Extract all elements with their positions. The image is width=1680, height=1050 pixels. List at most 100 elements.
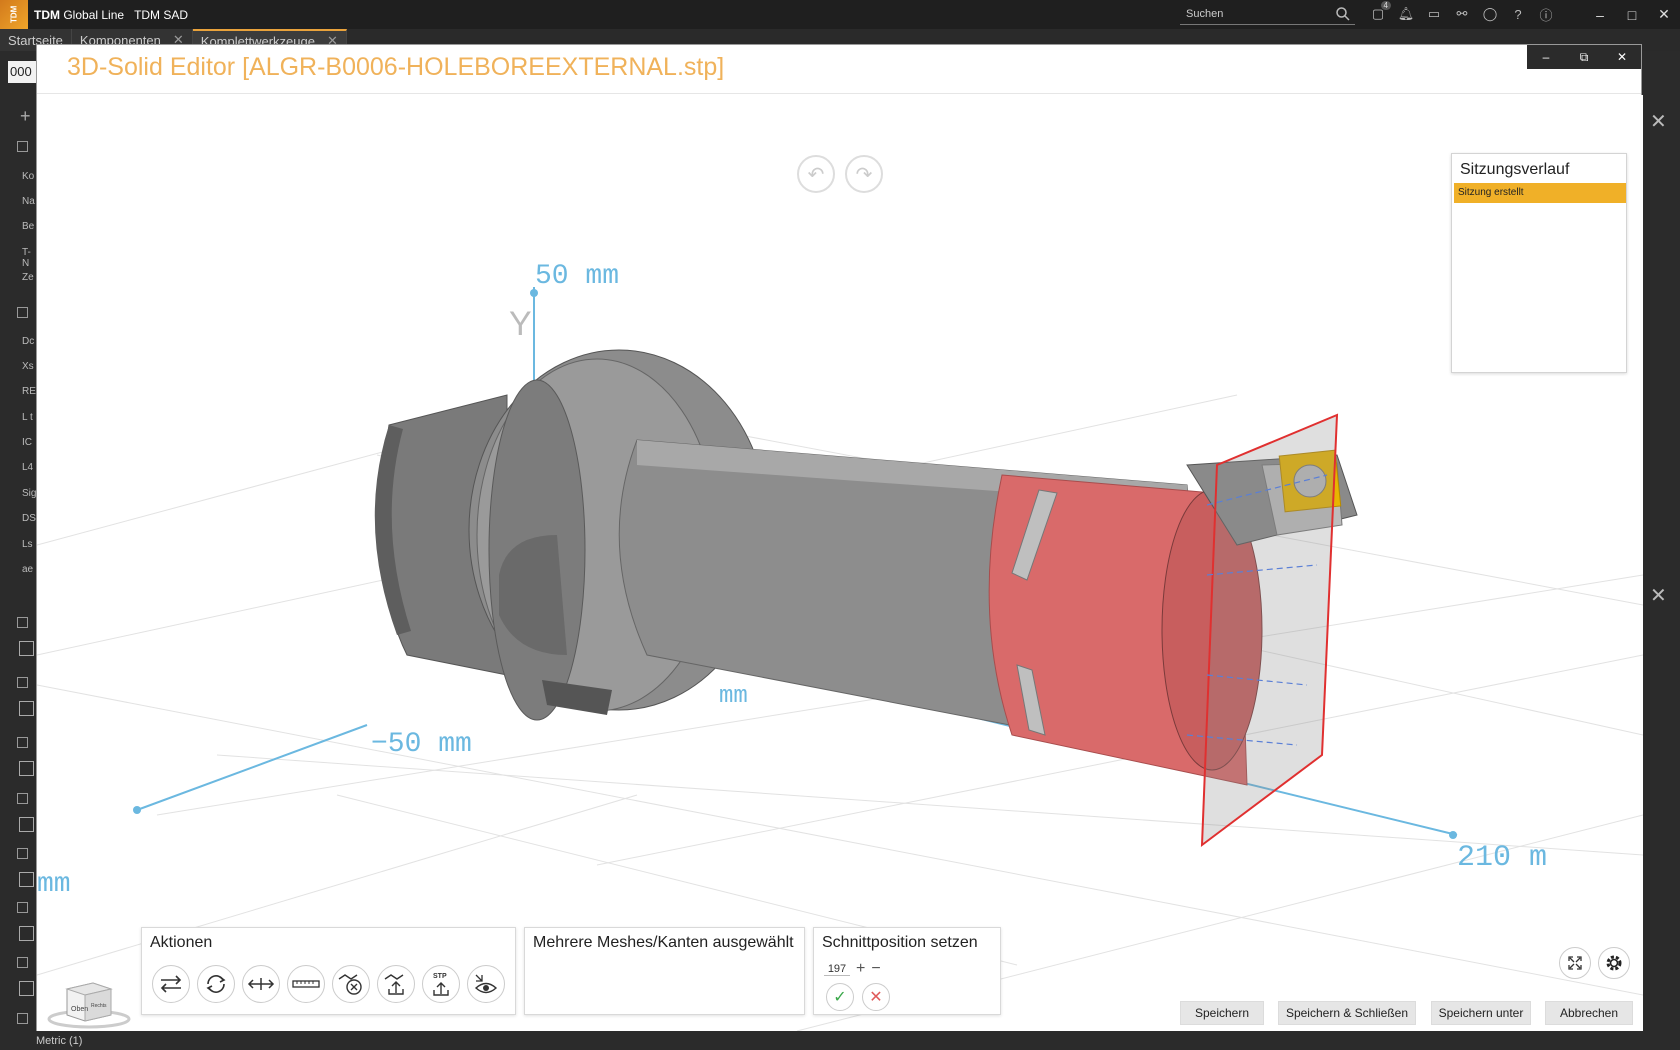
left-item: T-N	[22, 247, 31, 269]
label-210mm: 210 m	[1457, 841, 1547, 875]
app-toolbar: ▢ 4 🔔︎ ▭ ⚯ ◯ ? ⓘ	[1368, 1, 1556, 23]
undo-button[interactable]: ↶	[797, 155, 835, 193]
app-logo: TDM	[0, 0, 28, 29]
app-titlebar: TDM TDM Global Line TDM SAD Suchen ▢ 4 🔔︎…	[0, 0, 1680, 29]
solid-editor-window: 3D-Solid Editor [ALGR-B0006-HOLEBOREEXTE…	[36, 44, 1643, 1031]
gear-icon	[1606, 955, 1622, 971]
checkbox[interactable]	[19, 872, 34, 887]
checkbox[interactable]	[19, 701, 34, 716]
expand-icon	[1568, 956, 1582, 970]
cube-face-label: Rechts	[91, 1003, 107, 1009]
plus-icon[interactable]: +	[856, 960, 865, 978]
left-item: RE	[22, 386, 36, 397]
collapse-icon[interactable]	[17, 848, 28, 859]
label-mm: mm	[719, 683, 748, 710]
action-icons: STP	[152, 965, 505, 1003]
3d-viewport[interactable]: Y 50 mm mm −50 mm 210 m mm ↶ ↷ Sitzungsv…	[37, 95, 1643, 1031]
checkbox[interactable]	[19, 926, 34, 941]
ruler-icon[interactable]	[287, 965, 325, 1003]
undo-icon: ↶	[807, 163, 825, 186]
settings-button[interactable]	[1598, 947, 1630, 979]
rotate-icon[interactable]	[197, 965, 235, 1003]
restore-icon[interactable]: ⧉	[1565, 45, 1603, 69]
section-buttons: ✓ ✕	[826, 983, 890, 1011]
collapse-icon[interactable]	[17, 793, 28, 804]
close-icon: ✕	[869, 989, 883, 1006]
measure-distance-icon[interactable]	[242, 965, 280, 1003]
collapse-icon[interactable]	[17, 677, 28, 688]
tool-model[interactable]	[374, 349, 1358, 848]
left-item: Xs	[22, 361, 34, 372]
fit-view-button[interactable]	[1559, 947, 1591, 979]
checkbox[interactable]	[19, 761, 34, 776]
left-item: Ko	[22, 171, 35, 182]
bell-icon[interactable]: 🔔︎	[1396, 5, 1416, 23]
cube-face-label: Oben	[71, 1006, 88, 1013]
actions-title: Aktionen	[150, 934, 213, 951]
minimize-icon[interactable]: –	[1584, 0, 1616, 29]
close-icon[interactable]: ✕	[1648, 0, 1680, 29]
z-axis	[136, 724, 368, 811]
collapse-icon[interactable]	[17, 1013, 28, 1024]
export-stp-icon[interactable]: STP	[422, 965, 460, 1003]
confirm-button[interactable]: ✓	[826, 983, 854, 1011]
minimize-icon[interactable]: –	[1527, 45, 1565, 69]
window-controls: – □ ✕	[1584, 0, 1680, 29]
connections-icon[interactable]: ⚯	[1452, 5, 1472, 23]
scene[interactable]: Y 50 mm mm −50 mm 210 m mm	[37, 95, 1643, 1031]
collapse-icon[interactable]	[17, 957, 28, 968]
checkbox[interactable]	[19, 981, 34, 996]
chat-icon[interactable]: ▭	[1424, 5, 1444, 23]
close-icon[interactable]: ✕	[1650, 583, 1667, 608]
help-icon[interactable]: ?	[1508, 5, 1528, 23]
view-cube[interactable]: Oben Rechts	[45, 969, 133, 1029]
info-icon[interactable]: ⓘ	[1536, 5, 1556, 23]
checkbox[interactable]	[19, 641, 34, 656]
close-icon[interactable]: ✕	[1650, 109, 1667, 134]
redo-button[interactable]: ↷	[845, 155, 883, 193]
save-as-button[interactable]: Speichern unter	[1431, 1001, 1531, 1025]
collapse-icon[interactable]	[17, 617, 28, 628]
section-value-input[interactable]: 197	[824, 963, 850, 976]
reject-button[interactable]: ✕	[862, 983, 890, 1011]
axis-marker	[133, 806, 141, 814]
visibility-icon[interactable]	[467, 965, 505, 1003]
cancel-button[interactable]: Abbrechen	[1545, 1001, 1633, 1025]
left-item: L4	[22, 462, 34, 473]
app-brand: TDM Global Line	[34, 7, 125, 22]
export-icon[interactable]	[377, 965, 415, 1003]
search-icon[interactable]	[1335, 6, 1351, 22]
y-axis-label: Y	[509, 305, 532, 343]
collapse-icon[interactable]	[17, 307, 28, 318]
minus-icon[interactable]: −	[871, 960, 880, 978]
save-and-close-button[interactable]: Speichern & Schließen	[1278, 1001, 1416, 1025]
left-item: Dc	[22, 336, 35, 347]
selection-card: Mehrere Meshes/Kanten ausgewählt	[524, 927, 805, 1015]
right-panel: ✕ ✕	[1642, 51, 1680, 1050]
maximize-icon[interactable]: □	[1616, 0, 1648, 29]
user-icon[interactable]: ◯	[1480, 5, 1500, 23]
left-panel: 000 + Ko Na Be T-N Ze Dc Xs RE L t IC L4…	[0, 51, 38, 1050]
swap-arrows-icon[interactable]	[152, 965, 190, 1003]
section-position-card: Schnittposition setzen 197 + − ✓ ✕	[813, 927, 1001, 1015]
check-icon: ✓	[833, 989, 847, 1006]
search-input[interactable]: Suchen	[1180, 4, 1355, 25]
remove-part-icon[interactable]	[332, 965, 370, 1003]
add-icon[interactable]: +	[20, 106, 31, 127]
section-title: Schnittposition setzen	[822, 934, 978, 951]
collapse-icon[interactable]	[17, 902, 28, 913]
collapse-icon[interactable]	[17, 737, 28, 748]
close-icon[interactable]: ✕	[1603, 45, 1641, 69]
axis-marker	[1449, 831, 1457, 839]
selection-title: Mehrere Meshes/Kanten ausgewählt	[533, 934, 794, 951]
save-button[interactable]: Speichern	[1180, 1001, 1264, 1025]
id-field[interactable]: 000	[8, 61, 38, 83]
editor-title: 3D-Solid Editor [ALGR-B0006-HOLEBOREEXTE…	[67, 53, 725, 81]
session-history-panel: Sitzungsverlauf Sitzung erstellt	[1451, 153, 1627, 373]
checkbox[interactable]	[19, 817, 34, 832]
tasks-icon[interactable]: ▢ 4	[1368, 1, 1391, 23]
history-entry[interactable]: Sitzung erstellt	[1454, 183, 1626, 203]
left-item: ae	[22, 564, 34, 575]
collapse-icon[interactable]	[17, 141, 28, 152]
section-stepper: 197 + −	[824, 960, 881, 978]
